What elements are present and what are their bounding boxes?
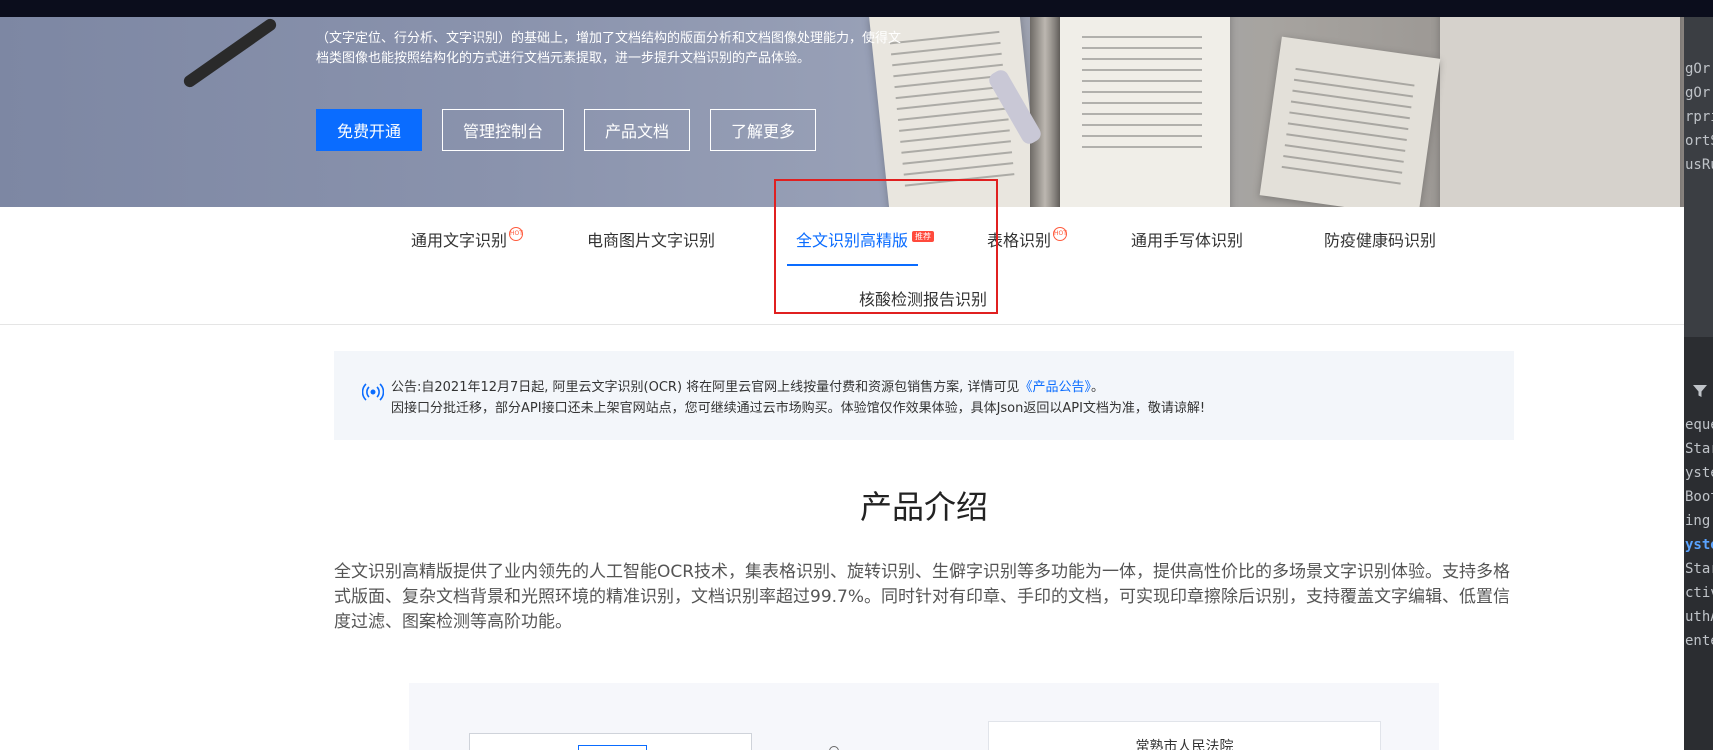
product-announcement-link[interactable]: 《产品公告》	[1019, 380, 1091, 395]
tab-general-ocr[interactable]: 通用文字识别 HOT	[411, 227, 524, 251]
side-panel-text: gOr	[1685, 61, 1711, 77]
product-intro-text: 全文识别高精版提供了业内领先的人工智能OCR技术，集表格识别、旋转识别、生僻字识…	[334, 562, 1511, 632]
product-docs-button[interactable]: 产品文档	[584, 109, 690, 151]
announcement-line: 公告:自2021年12月7日起, 阿里云文字识别(OCR) 将在阿里云官网上线按…	[391, 376, 1104, 395]
book-page-decoration	[1440, 17, 1680, 207]
filter-icon[interactable]	[1692, 383, 1708, 403]
hot-icon: HOT	[1053, 227, 1068, 241]
tab-health-code-ocr[interactable]: 防疫健康码识别	[1324, 227, 1436, 251]
free-activate-button[interactable]: 免费开通	[316, 109, 422, 151]
side-panel-text: yster	[1685, 537, 1713, 553]
book-page-decoration	[1060, 17, 1230, 207]
tab-ecommerce-ocr[interactable]: 电商图片文字识别	[587, 227, 715, 251]
side-panel-text: ctivit	[1685, 585, 1713, 601]
hero-desc-line: （文字定位、行分析、文字识别）的基础上，增加了文档结构的版面分析和文档图像处理能…	[316, 31, 902, 46]
broadcast-icon	[362, 383, 384, 401]
side-panel-text: Start	[1685, 441, 1713, 457]
sample-document-card[interactable]	[469, 733, 752, 750]
pen-decoration	[181, 17, 279, 90]
side-panel-text: ortSe	[1685, 133, 1713, 149]
announcement-text: 。	[1090, 380, 1104, 395]
learn-more-button[interactable]: 了解更多	[710, 109, 816, 151]
hero-desc-line: 档类图像也能按照结构化的方式进行文档元素提取，进一步提升文档识别的产品体验。	[316, 51, 811, 66]
circle-icon	[829, 746, 839, 750]
highlight-box	[774, 179, 998, 314]
console-button[interactable]: 管理控制台	[442, 109, 564, 151]
announcement-line: 因接口分批迁移，部分API接口还未上架官网站点，您可继续通过云市场购买。体验馆仅…	[391, 401, 1206, 416]
announcement-text: 公告:自2021年12月7日起, 阿里云文字识别(OCR) 将在阿里云官网上线按…	[391, 380, 1020, 395]
side-panel-text: usRu	[1685, 157, 1713, 173]
book-spine-decoration	[1030, 17, 1060, 207]
tab-table-ocr[interactable]: 表格识别 HOT	[987, 227, 1068, 251]
side-panel-text: yster	[1685, 465, 1713, 481]
side-panel-text: gOr	[1685, 85, 1711, 101]
browser-top-bar	[0, 0, 1713, 17]
result-card-title: 常熟市人民法院	[1135, 739, 1234, 750]
side-panel-text: uthA	[1685, 609, 1713, 625]
side-panel-text: ente	[1685, 633, 1713, 649]
side-panel-text: ing	[1685, 513, 1711, 529]
tab-label: 通用手写体识别	[1131, 231, 1244, 250]
result-card: 常熟市人民法院	[988, 721, 1381, 750]
tab-handwriting-ocr[interactable]: 通用手写体识别	[1131, 227, 1243, 251]
page-title: 产品介绍	[859, 488, 988, 526]
demo-area: 常熟市人民法院	[409, 683, 1439, 750]
side-panel-text: Start	[1685, 561, 1713, 577]
tab-label: 通用文字识别	[411, 231, 508, 250]
note-paper-decoration	[1259, 36, 1441, 207]
selection-box	[578, 745, 647, 750]
hero-description: （文字定位、行分析、文字识别）的基础上，增加了文档结构的版面分析和文档图像处理能…	[316, 29, 916, 69]
side-panel-text: Boot	[1685, 489, 1713, 505]
tab-label: 防疫健康码识别	[1324, 231, 1437, 250]
announcement-banner: 公告:自2021年12月7日起, 阿里云文字识别(OCR) 将在阿里云官网上线按…	[334, 351, 1514, 440]
side-panel-overlay: gOr gOr rpris ortSe usRu eque Start yste…	[1684, 17, 1713, 750]
tab-label: 电商图片文字识别	[587, 231, 716, 250]
hot-icon: HOT	[509, 227, 524, 241]
side-panel-text: rpris	[1685, 109, 1713, 125]
side-panel-text: eque	[1685, 417, 1713, 433]
